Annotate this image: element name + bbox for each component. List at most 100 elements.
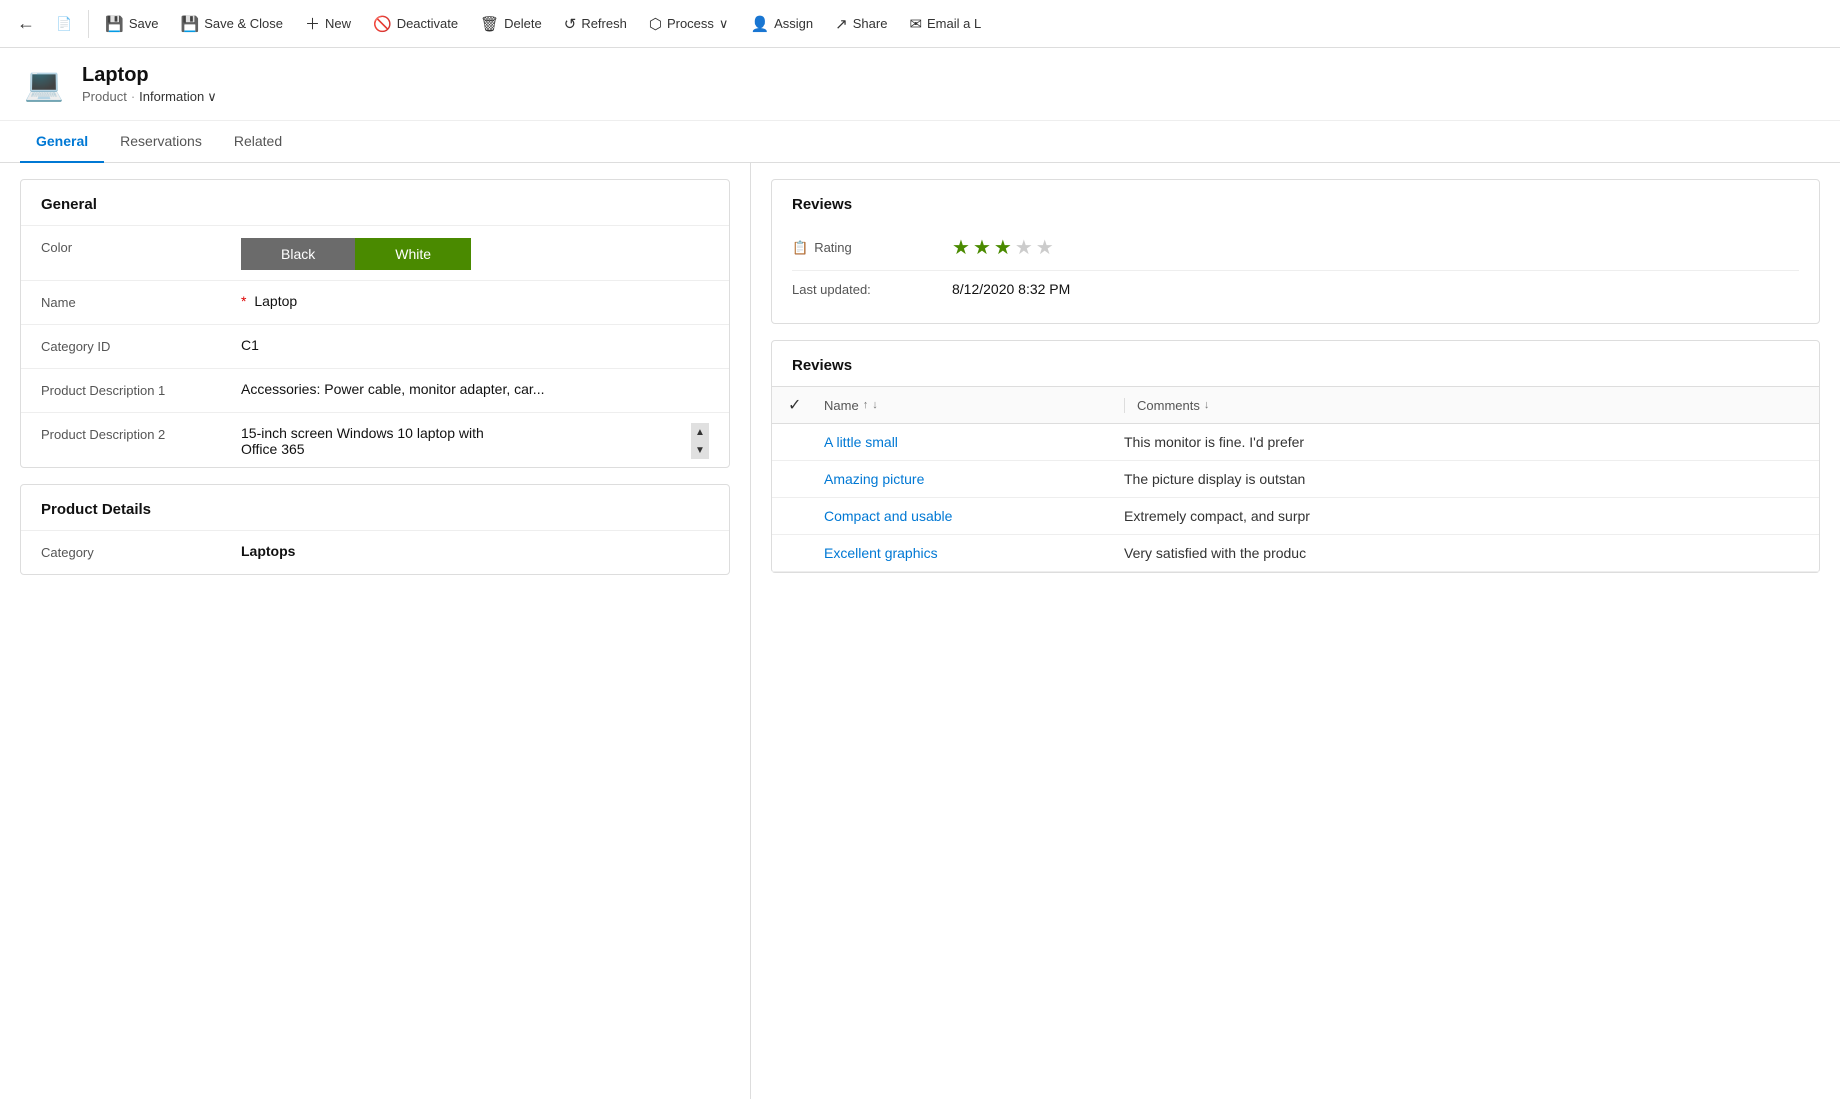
save-close-icon: 💾 xyxy=(181,15,200,33)
email-label: Email a L xyxy=(927,16,981,31)
share-icon: ↗ xyxy=(835,15,848,33)
refresh-icon: ↺ xyxy=(564,15,577,33)
review-row-2-comment: The picture display is outstan xyxy=(1124,471,1803,487)
last-updated-label: Last updated: xyxy=(792,282,952,297)
refresh-button[interactable]: ↺ Refresh xyxy=(554,9,637,39)
refresh-label: Refresh xyxy=(581,16,627,31)
scroll-up-button[interactable]: ▲ xyxy=(691,423,709,441)
general-card: General Color Black White Name * Laptop xyxy=(20,179,730,468)
check-all-icon[interactable]: ✓ xyxy=(788,395,801,415)
save-close-button[interactable]: 💾 Save & Close xyxy=(171,9,293,39)
comments-col-label: Comments xyxy=(1137,398,1200,413)
name-col-label: Name xyxy=(824,398,859,413)
name-sort-desc-icon[interactable]: ↓ xyxy=(872,399,878,411)
save-close-label: Save & Close xyxy=(204,16,283,31)
review-row-3[interactable]: Compact and usable Extremely compact, an… xyxy=(772,498,1819,535)
star-3: ★ xyxy=(994,235,1012,260)
review-row-2[interactable]: Amazing picture The picture display is o… xyxy=(772,461,1819,498)
tab-related[interactable]: Related xyxy=(218,121,298,163)
rating-label-text: Rating xyxy=(814,240,852,255)
page-icon-button[interactable]: 📄 xyxy=(46,10,82,38)
star-1: ★ xyxy=(952,235,970,260)
last-updated-value: 8/12/2020 8:32 PM xyxy=(952,281,1799,297)
new-icon: ＋ xyxy=(305,13,320,34)
color-value: Black White xyxy=(241,236,709,270)
delete-button[interactable]: 🗑 Delete xyxy=(470,9,552,39)
breadcrumb-product: Product xyxy=(82,89,127,104)
name-text: Laptop xyxy=(254,293,297,309)
breadcrumb-chevron-icon: ∨ xyxy=(207,89,217,105)
category-value: Laptops xyxy=(241,541,709,559)
review-row-4-comment: Very satisfied with the produc xyxy=(1124,545,1803,561)
name-value: * Laptop xyxy=(241,291,709,309)
process-button[interactable]: ⬡ Process ∨ xyxy=(639,9,739,39)
product-desc-1-label: Product Description 1 xyxy=(41,379,241,398)
comments-sort-icon[interactable]: ↓ xyxy=(1204,399,1210,411)
rating-label: 📋 Rating xyxy=(792,240,952,256)
stars-row: ★ ★ ★ ★ ★ xyxy=(952,235,1799,260)
main-content: General Color Black White Name * Laptop xyxy=(0,163,1840,1099)
toolbar: ← 📄 💾 Save 💾 Save & Close ＋ New 🚫 Deacti… xyxy=(0,0,1840,48)
share-button[interactable]: ↗ Share xyxy=(825,9,897,39)
star-5: ★ xyxy=(1036,235,1054,260)
review-row-4[interactable]: Excellent graphics Very satisfied with t… xyxy=(772,535,1819,572)
product-desc-2-row: Product Description 2 15-inch screen Win… xyxy=(21,412,729,467)
breadcrumb-separator: · xyxy=(131,89,135,104)
deactivate-label: Deactivate xyxy=(397,16,458,31)
breadcrumb-information-label: Information xyxy=(139,89,204,104)
color-label: Color xyxy=(41,236,241,255)
product-details-title: Product Details xyxy=(21,485,729,530)
left-panel: General Color Black White Name * Laptop xyxy=(0,163,750,1099)
star-4: ★ xyxy=(1015,235,1033,260)
email-button[interactable]: ✉ Email a L xyxy=(899,9,991,39)
scroll-buttons: ▲ ▼ xyxy=(691,423,709,459)
delete-label: Delete xyxy=(504,16,542,31)
review-row-1[interactable]: A little small This monitor is fine. I'd… xyxy=(772,424,1819,461)
review-row-1-comment: This monitor is fine. I'd prefer xyxy=(1124,434,1803,450)
right-panel: Reviews 📋 Rating ★ ★ ★ ★ ★ xyxy=(750,163,1840,1099)
share-label: Share xyxy=(853,16,888,31)
tab-general[interactable]: General xyxy=(20,121,104,163)
review-row-4-name[interactable]: Excellent graphics xyxy=(824,545,1124,561)
table-name-col-header[interactable]: Name ↑ ↓ xyxy=(824,398,1124,413)
table-comments-col-header[interactable]: Comments ↓ xyxy=(1124,398,1803,413)
tab-reservations[interactable]: Reservations xyxy=(104,121,218,163)
name-label: Name xyxy=(41,291,241,310)
page-title-section: Laptop Product · Information ∨ xyxy=(82,64,217,105)
product-desc-2-label: Product Description 2 xyxy=(41,423,241,442)
deactivate-button[interactable]: 🚫 Deactivate xyxy=(363,9,468,39)
breadcrumb-information-dropdown[interactable]: Information ∨ xyxy=(139,89,217,105)
general-card-title: General xyxy=(21,180,729,225)
assign-icon: 👤 xyxy=(750,15,769,33)
delete-icon: 🗑 xyxy=(480,15,499,33)
color-black-button[interactable]: Black xyxy=(241,238,355,270)
assign-label: Assign xyxy=(774,16,813,31)
color-white-button[interactable]: White xyxy=(355,238,471,270)
product-desc-2-value: 15-inch screen Windows 10 laptop withOff… xyxy=(241,423,709,457)
email-icon: ✉ xyxy=(909,15,922,33)
scroll-down-button[interactable]: ▼ xyxy=(691,441,709,459)
page-icon: 📄 xyxy=(56,16,72,32)
color-button-group: Black White xyxy=(241,238,709,270)
required-star: * xyxy=(241,293,246,309)
review-row-3-name[interactable]: Compact and usable xyxy=(824,508,1124,524)
back-button[interactable]: ← xyxy=(8,6,44,42)
breadcrumb: Product · Information ∨ xyxy=(82,89,217,105)
review-row-2-name[interactable]: Amazing picture xyxy=(824,471,1124,487)
process-chevron-icon: ∨ xyxy=(719,16,729,32)
rating-row: 📋 Rating ★ ★ ★ ★ ★ xyxy=(792,225,1799,271)
category-id-value: C1 xyxy=(241,335,709,353)
new-button[interactable]: ＋ New xyxy=(295,7,361,40)
table-check-col-header: ✓ xyxy=(788,395,824,415)
review-row-1-name[interactable]: A little small xyxy=(824,434,1124,450)
review-row-3-comment: Extremely compact, and surpr xyxy=(1124,508,1803,524)
save-button[interactable]: 💾 Save xyxy=(95,9,168,39)
name-sort-asc-icon[interactable]: ↑ xyxy=(863,399,869,411)
process-icon: ⬡ xyxy=(649,15,662,33)
save-label: Save xyxy=(129,16,159,31)
back-icon: ← xyxy=(17,13,35,34)
assign-button[interactable]: 👤 Assign xyxy=(740,9,823,39)
reviews-table-title: Reviews xyxy=(772,341,1819,386)
tabs: General Reservations Related xyxy=(0,121,1840,163)
save-icon: 💾 xyxy=(105,15,124,33)
